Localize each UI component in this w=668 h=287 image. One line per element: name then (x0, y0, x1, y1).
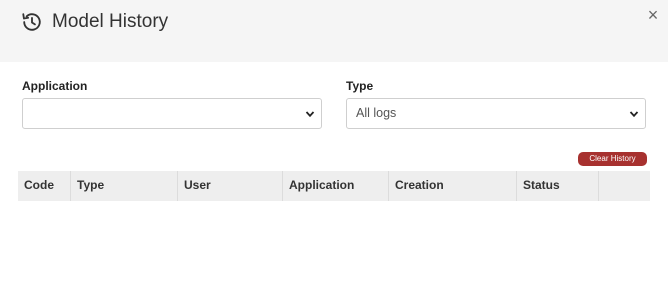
column-header-user[interactable]: User (178, 171, 283, 201)
type-filter-label: Type (346, 79, 374, 93)
column-header-type[interactable]: Type (71, 171, 178, 201)
type-select-value: All logs (356, 106, 397, 120)
chevron-down-icon (629, 110, 639, 118)
chevron-down-icon (305, 110, 315, 118)
model-history-modal: Model History × Application Type All log… (0, 0, 668, 287)
history-table-header: Code Type User Application Creation Stat… (18, 171, 650, 201)
modal-title: Model History (52, 11, 169, 32)
column-header-application[interactable]: Application (283, 171, 389, 201)
history-icon (21, 11, 43, 33)
modal-header: Model History × (0, 0, 668, 62)
column-header-creation[interactable]: Creation (389, 171, 517, 201)
application-select[interactable] (22, 98, 322, 129)
column-header-code[interactable]: Code (18, 171, 71, 201)
type-select[interactable]: All logs (346, 98, 646, 129)
clear-history-button[interactable]: Clear History (578, 152, 647, 166)
close-icon[interactable]: × (645, 6, 661, 24)
application-filter-label: Application (22, 79, 88, 93)
column-header-status[interactable]: Status (517, 171, 599, 201)
column-header-actions (599, 171, 650, 201)
